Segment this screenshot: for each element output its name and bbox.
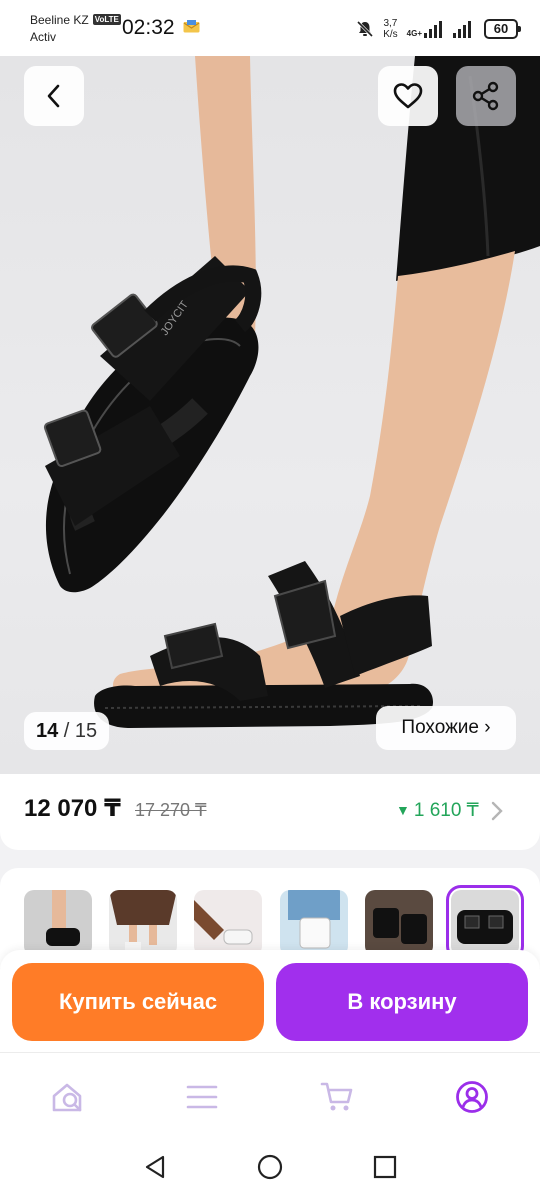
discount-amount[interactable]: ▼ 1 610 ₸ bbox=[396, 799, 479, 822]
net-speed: 3,7 K/s bbox=[383, 18, 397, 40]
discount-down-icon: ▼ bbox=[396, 802, 410, 818]
system-home-button[interactable] bbox=[255, 1152, 285, 1182]
catalog-icon bbox=[186, 1085, 218, 1109]
thumbnail-3[interactable] bbox=[194, 890, 262, 956]
carrier-info: Beeline KZ VoLTE Activ bbox=[30, 12, 121, 46]
share-icon bbox=[472, 81, 499, 111]
image-total: 15 bbox=[74, 720, 98, 742]
back-button[interactable] bbox=[24, 66, 84, 126]
recents-square-icon bbox=[373, 1155, 397, 1179]
net-speed-value: 3,7 bbox=[383, 18, 398, 29]
nav-cart[interactable] bbox=[317, 1077, 357, 1117]
profile-icon bbox=[456, 1081, 488, 1113]
thumbnail-image bbox=[365, 890, 433, 956]
mute-bell-icon bbox=[357, 20, 374, 38]
cart-icon bbox=[320, 1082, 353, 1111]
system-back-button[interactable] bbox=[140, 1152, 170, 1182]
home-circle-icon bbox=[257, 1154, 283, 1180]
search-home-icon bbox=[52, 1083, 82, 1112]
thumbnail-2[interactable] bbox=[109, 890, 177, 956]
image-counter: 14 / 15 bbox=[24, 712, 110, 750]
thumbnail-image bbox=[451, 890, 519, 956]
product-photo[interactable]: JOYCIT 14 / 15 Похожие › bbox=[0, 56, 540, 774]
nav-profile[interactable] bbox=[452, 1077, 492, 1117]
old-price: 17 270 ₸ bbox=[135, 800, 207, 820]
add-to-cart-button[interactable]: В корзину bbox=[276, 963, 528, 1041]
bottom-navigation bbox=[0, 1052, 540, 1139]
discount-value: 1 610 ₸ bbox=[413, 800, 479, 821]
thumbnail-image bbox=[24, 890, 92, 956]
nav-catalog[interactable] bbox=[182, 1077, 222, 1117]
thumbnail-1[interactable] bbox=[24, 890, 92, 956]
thumbnail-4[interactable] bbox=[280, 890, 348, 956]
chevron-left-icon bbox=[47, 84, 60, 108]
share-button[interactable] bbox=[456, 66, 516, 126]
notification-mail-icon bbox=[183, 20, 200, 33]
chevron-right-icon[interactable] bbox=[490, 800, 504, 822]
thumbnail-image bbox=[109, 890, 177, 956]
status-bar: Beeline KZVoLTE Activ 02:32 3,7 K/s 4G+ bbox=[0, 0, 540, 56]
price-card: 12 070 ₸ 17 270 ₸ ▼ 1 610 ₸ bbox=[0, 774, 540, 850]
current-price: 12 070 ₸ bbox=[24, 795, 121, 822]
status-indicators: 3,7 K/s 4G+ 60 bbox=[356, 16, 521, 42]
similar-button[interactable]: Похожие › bbox=[376, 706, 516, 750]
signal-4g: 4G+ bbox=[407, 20, 444, 38]
product-image-sandals: JOYCIT bbox=[43, 56, 540, 728]
carrier-name: Beeline KZ bbox=[30, 13, 89, 27]
thumbnail-5[interactable] bbox=[365, 890, 433, 956]
buy-now-button[interactable]: Купить сейчас bbox=[12, 963, 264, 1041]
thumbnail-image bbox=[194, 890, 262, 956]
battery-indicator: 60 bbox=[484, 19, 521, 39]
nav-home[interactable] bbox=[48, 1077, 88, 1117]
status-time: 02:32 bbox=[122, 16, 175, 39]
carrier-sub: Activ bbox=[30, 30, 57, 44]
system-recents-button[interactable] bbox=[370, 1152, 400, 1182]
signal-bars-2-icon bbox=[453, 21, 471, 38]
heart-icon bbox=[393, 83, 423, 109]
purchase-actions: Купить сейчас В корзину bbox=[0, 950, 540, 1052]
image-separator: / bbox=[58, 720, 75, 742]
favorite-button[interactable] bbox=[378, 66, 438, 126]
net-speed-unit: K/s bbox=[383, 29, 398, 40]
thumbnail-6-active[interactable] bbox=[446, 885, 524, 961]
system-navigation bbox=[0, 1138, 540, 1194]
thumbnail-image bbox=[280, 890, 348, 956]
network-type: 4G+ bbox=[406, 29, 422, 38]
back-triangle-icon bbox=[145, 1155, 165, 1179]
image-current: 14 bbox=[36, 720, 59, 742]
signal-bars-icon bbox=[424, 21, 442, 38]
volte-badge: VoLTE bbox=[92, 14, 121, 25]
